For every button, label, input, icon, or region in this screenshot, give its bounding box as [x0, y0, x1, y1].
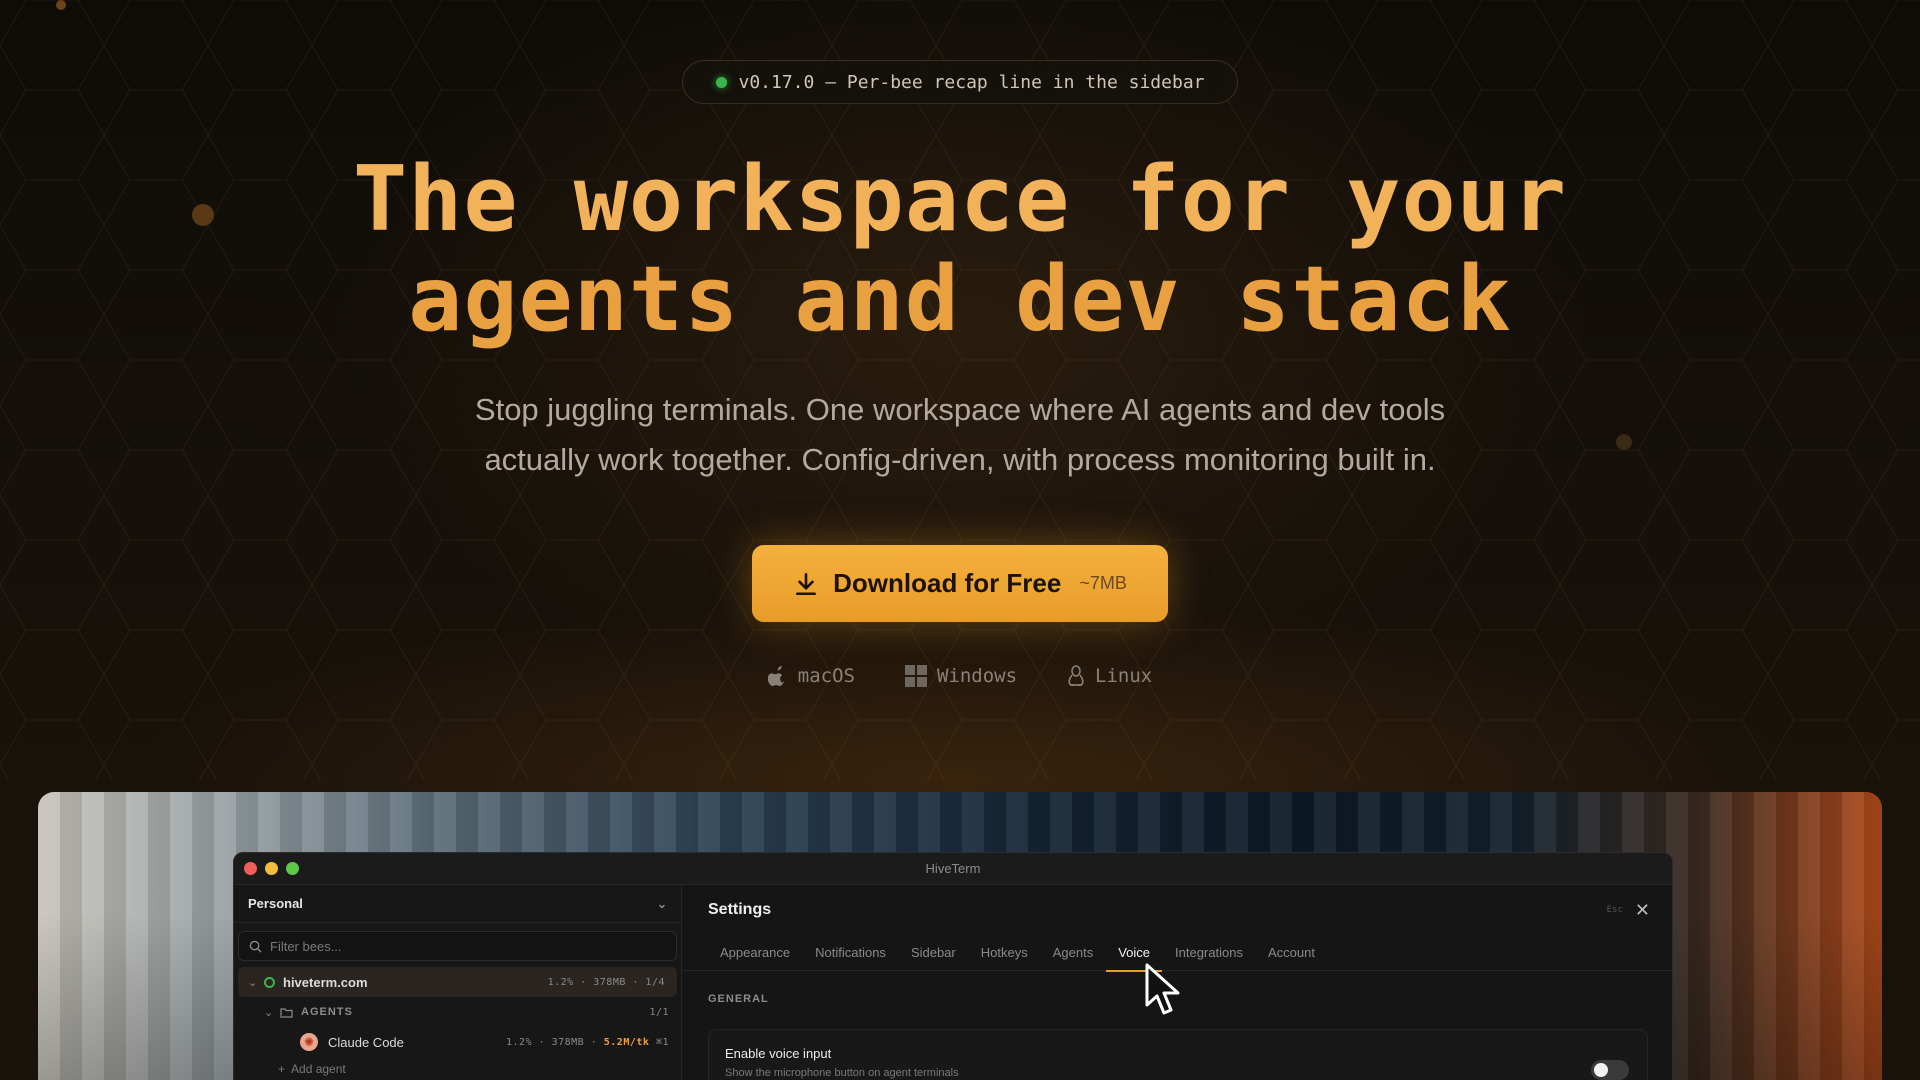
platform-list: macOS Windows Linux	[0, 665, 1920, 687]
download-label: Download for Free	[833, 568, 1062, 598]
voice-input-setting: Enable voice input Show the microphone b…	[708, 1029, 1648, 1080]
headline-line-2: agents and dev stack	[408, 247, 1512, 352]
app-title: HiveTerm	[925, 861, 981, 876]
status-dot	[715, 76, 727, 88]
setting-name: Enable voice input	[725, 1046, 832, 1061]
sidebar-item-project[interactable]: ⌄ hiveterm.com 1.2% · 378MB · 1/4	[238, 967, 677, 997]
workspace-select[interactable]: Personal ⌄	[234, 885, 681, 923]
platform-label: Linux	[1095, 665, 1153, 687]
decor-dot	[1616, 434, 1632, 450]
platform-label: macOS	[797, 665, 855, 687]
sidebar-item-agent[interactable]: ✺ Claude Code 1.2% · 378MB · 5.2M/tk ⌘1	[234, 1027, 681, 1057]
hero-headline: The workspace for your agents and dev st…	[0, 150, 1920, 350]
tab-account[interactable]: Account	[1268, 935, 1315, 971]
landing-page: v0.17.0 — Per-bee recap line in the side…	[0, 0, 1920, 1080]
search-icon	[249, 940, 262, 953]
folder-icon	[280, 1007, 293, 1018]
download-size: ~7MB	[1079, 573, 1127, 593]
sidebar-group-agents[interactable]: ⌄ AGENTS 1/1	[234, 997, 681, 1027]
filter-placeholder: Filter bees...	[270, 938, 342, 954]
setting-description: Show the microphone button on agent term…	[725, 1067, 959, 1079]
decor-dot	[56, 0, 66, 10]
agent-tokens: 5.2M/tk	[603, 1036, 650, 1048]
settings-header: Settings Esc ✕	[682, 885, 1672, 935]
agent-usage: 1.2% · 378MB ·	[505, 1036, 598, 1048]
settings-close-group: Esc ✕	[1607, 900, 1650, 921]
chevron-down-icon: ⌄	[656, 896, 667, 911]
agents-group-count: 1/1	[649, 1006, 669, 1018]
windows-icon	[904, 665, 927, 687]
voice-input-toggle[interactable]	[1591, 1060, 1629, 1080]
running-status-icon	[264, 976, 275, 988]
release-badge[interactable]: v0.17.0 — Per-bee recap line in the side…	[682, 60, 1238, 104]
hero-subtitle: Stop juggling terminals. One workspace w…	[420, 385, 1500, 485]
apple-icon	[767, 666, 785, 686]
plus-icon: +	[278, 1062, 286, 1076]
linux-icon	[1068, 665, 1084, 686]
esc-hint: Esc	[1606, 905, 1623, 915]
subtitle-line-2: actually work together. Config-driven, w…	[484, 442, 1436, 477]
project-meta: 1.2% · 378MB · 1/4	[547, 976, 665, 988]
app-sidebar: Personal ⌄ Filter bees... ⌄ hiveterm.com…	[234, 885, 682, 1080]
tab-appearance[interactable]: Appearance	[720, 935, 790, 971]
chevron-down-icon[interactable]: ⌄	[264, 1006, 280, 1019]
download-icon	[796, 572, 817, 595]
tab-sidebar[interactable]: Sidebar	[911, 935, 956, 971]
tab-agents[interactable]: Agents	[1053, 935, 1093, 971]
tab-notifications[interactable]: Notifications	[815, 935, 886, 971]
workspace-name: Personal	[248, 896, 303, 911]
app-titlebar: HiveTerm	[234, 853, 1672, 885]
settings-title: Settings	[708, 901, 772, 918]
agent-hotkey: ⌘1	[655, 1036, 669, 1048]
mouse-cursor-icon	[1145, 963, 1180, 1015]
agent-name: Claude Code	[328, 1034, 404, 1050]
add-agent-button[interactable]: + Add agent	[234, 1057, 681, 1080]
agent-meta: 1.2% · 378MB · 5.2M/tk ⌘1	[506, 1037, 669, 1048]
filter-input[interactable]: Filter bees...	[238, 931, 677, 961]
headline-line-1: The workspace for your	[352, 147, 1568, 252]
download-button[interactable]: Download for Free ~7MB	[752, 545, 1168, 622]
release-badge-text: v0.17.0 — Per-bee recap line in the side…	[738, 71, 1205, 93]
close-icon[interactable]: ✕	[1635, 900, 1650, 921]
claude-icon: ✺	[300, 1033, 318, 1051]
subtitle-line-1: Stop juggling terminals. One workspace w…	[474, 392, 1446, 427]
app-window: HiveTerm Personal ⌄ Filter bees... ⌄ hiv…	[233, 852, 1673, 1080]
add-agent-label: Add agent	[291, 1062, 346, 1076]
platform-linux[interactable]: Linux	[1067, 665, 1152, 687]
tab-integrations[interactable]: Integrations	[1175, 935, 1243, 971]
tab-hotkeys[interactable]: Hotkeys	[981, 935, 1028, 971]
platform-windows[interactable]: Windows	[904, 665, 1018, 687]
project-name: hiveterm.com	[283, 974, 368, 990]
toggle-knob	[1594, 1063, 1608, 1077]
platform-label: Windows	[936, 665, 1018, 687]
platform-macos[interactable]: macOS	[767, 665, 855, 687]
chevron-down-icon[interactable]: ⌄	[248, 976, 264, 989]
agents-group-label: AGENTS	[301, 1006, 353, 1018]
